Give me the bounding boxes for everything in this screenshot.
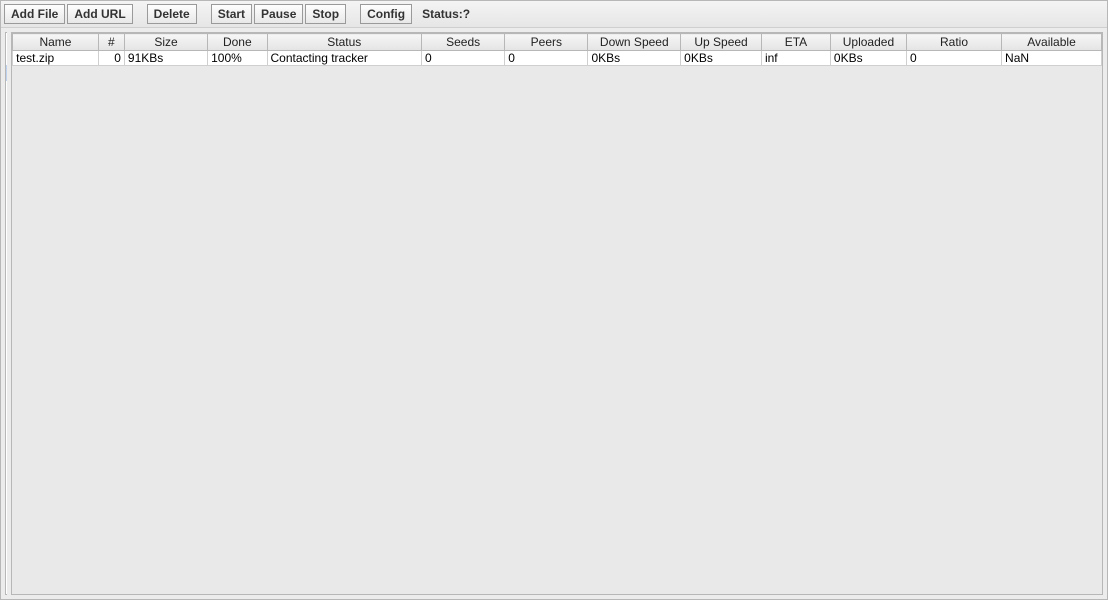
toolbar: Add File Add URL Delete Start Pause Stop…: [1, 1, 1107, 28]
sidebar-item-seeding[interactable]: Seeding (1): [6, 65, 7, 81]
cell-available: NaN: [1002, 51, 1102, 66]
cell-done: 100%: [208, 51, 267, 66]
stop-button[interactable]: Stop: [305, 4, 346, 24]
cell-down-speed: 0KBs: [588, 51, 681, 66]
col-header-seeds[interactable]: Seeds: [422, 34, 505, 51]
status-label: Status:?: [422, 7, 470, 21]
cell-ratio: 0: [906, 51, 1001, 66]
torrent-table: Name # Size Done Status Seeds Peers Down…: [12, 33, 1102, 66]
col-header-uploaded[interactable]: Uploaded: [830, 34, 906, 51]
pause-button[interactable]: Pause: [254, 4, 303, 24]
delete-button[interactable]: Delete: [147, 4, 197, 24]
app-window: Add File Add URL Delete Start Pause Stop…: [0, 0, 1108, 600]
cell-eta: inf: [761, 51, 830, 66]
main-panel: Name # Size Done Status Seeds Peers Down…: [11, 32, 1103, 595]
add-file-button[interactable]: Add File: [4, 4, 65, 24]
cell-up-speed: 0KBs: [681, 51, 762, 66]
col-header-status[interactable]: Status: [267, 34, 422, 51]
col-header-up-speed[interactable]: Up Speed: [681, 34, 762, 51]
start-button[interactable]: Start: [211, 4, 252, 24]
col-header-index[interactable]: #: [98, 34, 124, 51]
cell-seeds: 0: [422, 51, 505, 66]
sidebar-item-all[interactable]: All (1): [6, 33, 7, 49]
col-header-eta[interactable]: ETA: [761, 34, 830, 51]
cell-status: Contacting tracker: [267, 51, 422, 66]
cell-uploaded: 0KBs: [830, 51, 906, 66]
cell-peers: 0: [505, 51, 588, 66]
sidebar: All (1) Downloading (0) Seeding (1): [5, 32, 7, 595]
config-button[interactable]: Config: [360, 4, 412, 24]
col-header-down-speed[interactable]: Down Speed: [588, 34, 681, 51]
cell-index: 0: [98, 51, 124, 66]
content-area: All (1) Downloading (0) Seeding (1) Name…: [1, 28, 1107, 599]
table-header-row: Name # Size Done Status Seeds Peers Down…: [13, 34, 1102, 51]
col-header-size[interactable]: Size: [124, 34, 207, 51]
cell-size: 91KBs: [124, 51, 207, 66]
col-header-peers[interactable]: Peers: [505, 34, 588, 51]
col-header-name[interactable]: Name: [13, 34, 99, 51]
sidebar-item-downloading[interactable]: Downloading (0): [6, 49, 7, 65]
col-header-ratio[interactable]: Ratio: [906, 34, 1001, 51]
table-row[interactable]: test.zip 0 91KBs 100% Contacting tracker…: [13, 51, 1102, 66]
cell-name: test.zip: [13, 51, 99, 66]
add-url-button[interactable]: Add URL: [67, 4, 132, 24]
col-header-available[interactable]: Available: [1002, 34, 1102, 51]
col-header-done[interactable]: Done: [208, 34, 267, 51]
